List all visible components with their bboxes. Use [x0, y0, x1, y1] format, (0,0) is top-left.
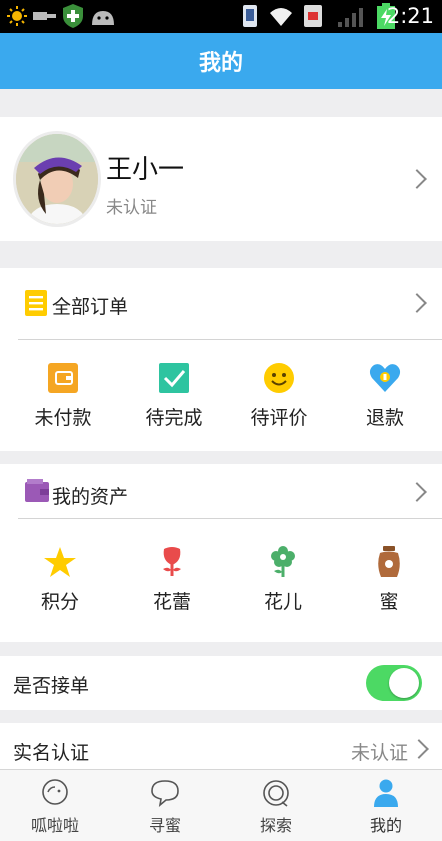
profile-verification-status: 未认证: [106, 198, 157, 218]
asset-flowers-label: 花儿: [263, 591, 302, 613]
page-title: 我的: [198, 51, 243, 76]
refund-heart-icon: [369, 364, 401, 392]
status-time: 2:21: [386, 4, 434, 28]
purse-icon: [25, 479, 49, 502]
order-pending-review[interactable]: 待评价: [224, 361, 334, 430]
sim-icon: [304, 5, 322, 27]
bottom-tab-bar: 呱啦啦 寻蜜 探索 我的: [0, 769, 442, 841]
signal-icon: [338, 8, 363, 27]
speech-bubble-icon: [151, 780, 179, 807]
explore-icon: [263, 780, 289, 807]
order-pending-review-label: 待评价: [250, 407, 308, 429]
orders-card: 全部订单 未付款 待完成 待评价 退款: [0, 268, 442, 451]
order-unpaid-label: 未付款: [34, 407, 92, 429]
divider: [18, 339, 442, 340]
checkbox-icon: [159, 363, 189, 393]
vibrate-icon: [243, 5, 257, 27]
asset-buds-label: 花蕾: [152, 591, 191, 613]
order-pending-complete[interactable]: 待完成: [119, 361, 229, 430]
asset-honey-label: 蜜: [379, 591, 399, 613]
my-assets-row[interactable]: 我的资产: [0, 464, 442, 518]
smiley-icon: [264, 363, 294, 393]
verification-label: 实名认证: [13, 742, 90, 764]
order-unpaid[interactable]: 未付款: [8, 361, 118, 430]
chevron-right-icon: [407, 169, 427, 189]
wifi-icon: [270, 8, 292, 26]
status-bar: 2:21: [0, 0, 442, 33]
tab-xunmi-label: 寻蜜: [148, 816, 181, 835]
chevron-right-icon: [407, 293, 427, 313]
profile-name: 王小一: [106, 155, 185, 185]
order-pending-complete-label: 待完成: [145, 407, 203, 429]
toggle-knob: [389, 668, 419, 698]
divider: [18, 518, 442, 519]
tab-explore-label: 探索: [259, 816, 292, 835]
asset-points[interactable]: 积分: [5, 545, 115, 614]
my-assets-label: 我的资产: [52, 486, 129, 508]
tab-mine-label: 我的: [369, 816, 402, 835]
accept-orders-row: 是否接单: [0, 656, 442, 710]
tab-gualala[interactable]: 呱啦啦: [0, 770, 110, 841]
chevron-right-icon: [409, 739, 429, 759]
title-bar: 我的: [0, 33, 442, 89]
asset-flowers[interactable]: 花儿: [228, 545, 338, 614]
weather-sun-icon: [7, 6, 27, 26]
shield-icon: [63, 4, 83, 28]
order-refund-label: 退款: [365, 407, 404, 429]
profile-card[interactable]: 王小一 未认证: [0, 117, 442, 241]
asset-honey[interactable]: 蜜: [334, 545, 442, 614]
android-icon: [92, 11, 114, 25]
usb-icon: [33, 12, 56, 20]
star-icon: [44, 547, 76, 577]
tab-gualala-label: 呱啦啦: [30, 816, 79, 835]
honey-jar-icon: [378, 546, 400, 577]
accept-orders-label: 是否接单: [13, 675, 90, 697]
chevron-right-icon: [407, 482, 427, 502]
asset-buds[interactable]: 花蕾: [117, 545, 227, 614]
assets-card: 我的资产 积分 花蕾 花儿 蜜: [0, 464, 442, 642]
all-orders-label: 全部订单: [52, 296, 129, 318]
flower-icon: [271, 546, 295, 577]
all-orders-row[interactable]: 全部订单: [0, 268, 442, 339]
avatar-photo: [16, 134, 98, 224]
chat-bubble-icon: [42, 779, 68, 805]
avatar[interactable]: [13, 131, 101, 227]
verification-row[interactable]: 实名认证 未认证: [0, 723, 442, 769]
person-icon: [374, 779, 398, 807]
verification-value: 未认证: [350, 742, 408, 764]
order-list-icon: [25, 290, 47, 316]
tab-explore[interactable]: 探索: [221, 770, 331, 841]
order-refund[interactable]: 退款: [330, 361, 440, 430]
tab-mine[interactable]: 我的: [331, 770, 441, 841]
accept-orders-toggle[interactable]: [366, 665, 422, 701]
tab-xunmi[interactable]: 寻蜜: [110, 770, 220, 841]
asset-points-label: 积分: [40, 591, 79, 613]
wallet-icon: [48, 363, 78, 393]
rose-bud-icon: [163, 547, 181, 576]
